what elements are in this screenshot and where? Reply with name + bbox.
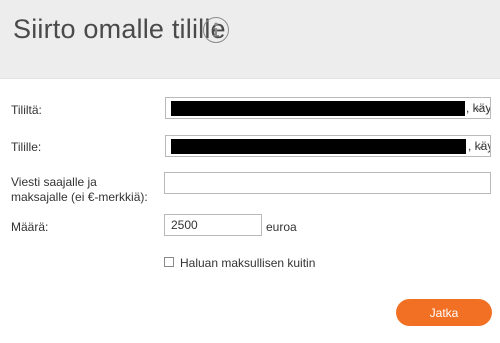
- continue-button[interactable]: Jatka: [396, 299, 492, 326]
- info-icon[interactable]: [203, 17, 229, 43]
- receipt-checkbox[interactable]: [164, 257, 174, 267]
- redacted-account-name: [171, 139, 466, 154]
- amount-unit: euroa: [266, 220, 297, 234]
- page-title: Siirto omalle tilille: [13, 14, 226, 44]
- info-glyph: [213, 22, 219, 37]
- chevron-down-icon: [475, 106, 484, 112]
- message-label: Viesti saajalle ja maksajalle (ei €-merk…: [11, 175, 148, 204]
- receipt-checkbox-label: Haluan maksullisen kuitin: [180, 256, 316, 270]
- page-header: Siirto omalle tilille: [0, 0, 500, 79]
- amount-label: Määrä:: [11, 220, 49, 234]
- from-account-label: Tililtä:: [11, 103, 42, 117]
- amount-input[interactable]: [164, 214, 262, 236]
- from-account-select[interactable]: , käytettävissä 10 732,48 euroa Var: [165, 97, 491, 119]
- redacted-account-name: [171, 101, 465, 116]
- to-account-label: Tilille:: [11, 140, 42, 154]
- chevron-down-icon: [475, 144, 484, 150]
- message-input[interactable]: [164, 172, 491, 194]
- to-account-select[interactable]: , käytettävissä 251,83 euroa Käyttö: [165, 135, 491, 157]
